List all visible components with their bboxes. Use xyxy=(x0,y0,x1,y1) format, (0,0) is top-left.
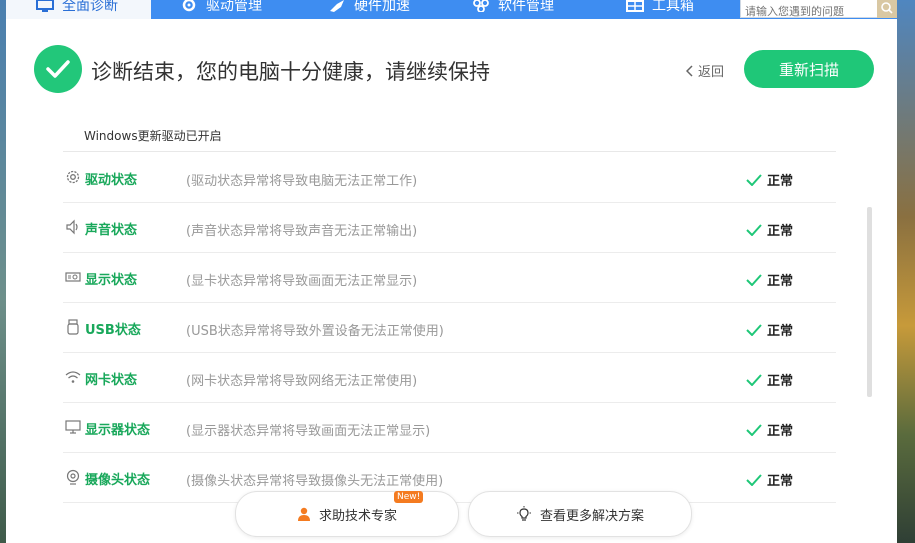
row-status: 正常 xyxy=(746,220,793,239)
wifi-icon xyxy=(65,371,81,383)
row-status: 正常 xyxy=(746,320,793,339)
search-icon xyxy=(881,2,893,14)
ask-expert-label: 求助技术专家 xyxy=(318,508,397,524)
row-name: 摄像头状态 xyxy=(85,473,151,488)
success-check-icon xyxy=(34,45,82,93)
rocket-icon xyxy=(330,0,344,12)
status-row-usb: USB状态 (USB状态异常将导致外置设备无法正常使用) 正常 xyxy=(63,302,836,353)
chevron-left-icon xyxy=(686,64,693,77)
row-status-label: 正常 xyxy=(767,474,794,489)
more-solutions-button[interactable]: 查看更多解决方案 xyxy=(468,491,692,537)
tab-label: 硬件加速 xyxy=(354,0,410,14)
row-status-label: 正常 xyxy=(767,174,794,189)
tab-hardware-acceleration[interactable]: 硬件加速 xyxy=(328,0,410,19)
status-row-driver: 驱动状态 (驱动状态异常将导致电脑无法正常工作) 正常 xyxy=(63,152,836,203)
windows-update-notice: Windows更新驱动已开启 xyxy=(84,129,222,143)
rescan-button[interactable]: 重新扫描 xyxy=(744,50,874,88)
check-icon xyxy=(746,173,762,186)
diagnosis-result-title: 诊断结束，您的电脑十分健康，请继续保持 xyxy=(91,60,490,84)
row-status-label: 正常 xyxy=(767,274,794,289)
status-row-sound: 声音状态 (声音状态异常将导致声音无法正常输出) 正常 xyxy=(63,202,836,253)
tab-full-diagnosis[interactable]: 全面诊断 xyxy=(6,0,151,19)
row-status: 正常 xyxy=(746,370,793,389)
check-icon xyxy=(746,373,762,386)
check-icon xyxy=(746,273,762,286)
back-label: 返回 xyxy=(698,65,725,80)
row-name: 显示状态 xyxy=(85,273,138,288)
new-badge: New! xyxy=(394,491,424,503)
check-icon xyxy=(746,423,762,436)
check-icon xyxy=(746,473,762,486)
row-name: 声音状态 xyxy=(85,223,138,238)
check-icon xyxy=(746,223,762,236)
tab-software-management[interactable]: 软件管理 xyxy=(472,0,554,19)
camera-icon xyxy=(66,469,80,485)
tab-label: 全面诊断 xyxy=(62,0,118,14)
search-input[interactable] xyxy=(741,3,877,20)
status-row-monitor: 显示器状态 (显示器状态异常将导致画面无法正常显示) 正常 xyxy=(63,402,836,453)
apps-icon xyxy=(473,0,489,12)
row-status: 正常 xyxy=(746,470,793,489)
row-status-label: 正常 xyxy=(767,224,794,239)
tab-label: 驱动管理 xyxy=(206,0,262,14)
gear-icon xyxy=(66,170,80,184)
row-name: USB状态 xyxy=(85,323,141,338)
tab-label: 软件管理 xyxy=(498,0,554,14)
tab-driver-management[interactable]: 驱动管理 xyxy=(180,0,262,19)
row-name: 驱动状态 xyxy=(85,173,138,188)
monitor-icon xyxy=(36,0,54,12)
lightbulb-icon xyxy=(516,506,531,521)
row-status-label: 正常 xyxy=(767,324,794,339)
monitor-icon xyxy=(65,420,81,434)
search-button[interactable] xyxy=(877,0,897,18)
gear-icon xyxy=(182,0,196,12)
row-status: 正常 xyxy=(746,420,793,439)
more-solutions-label: 查看更多解决方案 xyxy=(539,508,644,524)
speaker-icon xyxy=(66,219,78,235)
search-box xyxy=(740,0,878,20)
status-row-display: 显示状态 (显卡状态异常将导致画面无法正常显示) 正常 xyxy=(63,252,836,303)
row-status: 正常 xyxy=(746,270,793,289)
toolbox-icon xyxy=(626,0,644,12)
row-description: (声音状态异常将导致声音无法正常输出) xyxy=(186,224,418,239)
tab-toolbox[interactable]: 工具箱 xyxy=(626,0,694,19)
desktop-background-right xyxy=(897,0,915,543)
row-description: (驱动状态异常将导致电脑无法正常工作) xyxy=(186,174,418,189)
row-description: (摄像头状态异常将导致摄像头无法正常使用) xyxy=(186,474,444,489)
check-icon xyxy=(746,323,762,336)
row-description: (网卡状态异常将导致网络无法正常使用) xyxy=(186,374,418,389)
back-link[interactable]: 返回 xyxy=(686,61,724,80)
row-name: 显示器状态 xyxy=(85,423,151,438)
app-window: 全面诊断 驱动管理 硬件加速 软件管理 工具箱 诊断结束，您的电脑十分健康，请继… xyxy=(6,0,897,543)
row-description: (显示器状态异常将导致画面无法正常显示) xyxy=(186,424,431,439)
graphics-card-icon xyxy=(65,272,81,282)
row-status-label: 正常 xyxy=(767,374,794,389)
row-description: (显卡状态异常将导致画面无法正常显示) xyxy=(186,274,418,289)
row-status: 正常 xyxy=(746,170,793,189)
status-row-network: 网卡状态 (网卡状态异常将导致网络无法正常使用) 正常 xyxy=(63,352,836,403)
scrollbar[interactable] xyxy=(867,207,872,397)
row-status-label: 正常 xyxy=(767,424,794,439)
row-description: (USB状态异常将导致外置设备无法正常使用) xyxy=(186,324,444,339)
row-name: 网卡状态 xyxy=(85,373,138,388)
usb-icon xyxy=(67,319,79,335)
tab-label: 工具箱 xyxy=(652,0,694,14)
ask-expert-button[interactable]: 求助技术专家 xyxy=(235,491,459,537)
top-navigation: 全面诊断 驱动管理 硬件加速 软件管理 工具箱 xyxy=(6,0,897,20)
person-icon xyxy=(297,507,310,521)
